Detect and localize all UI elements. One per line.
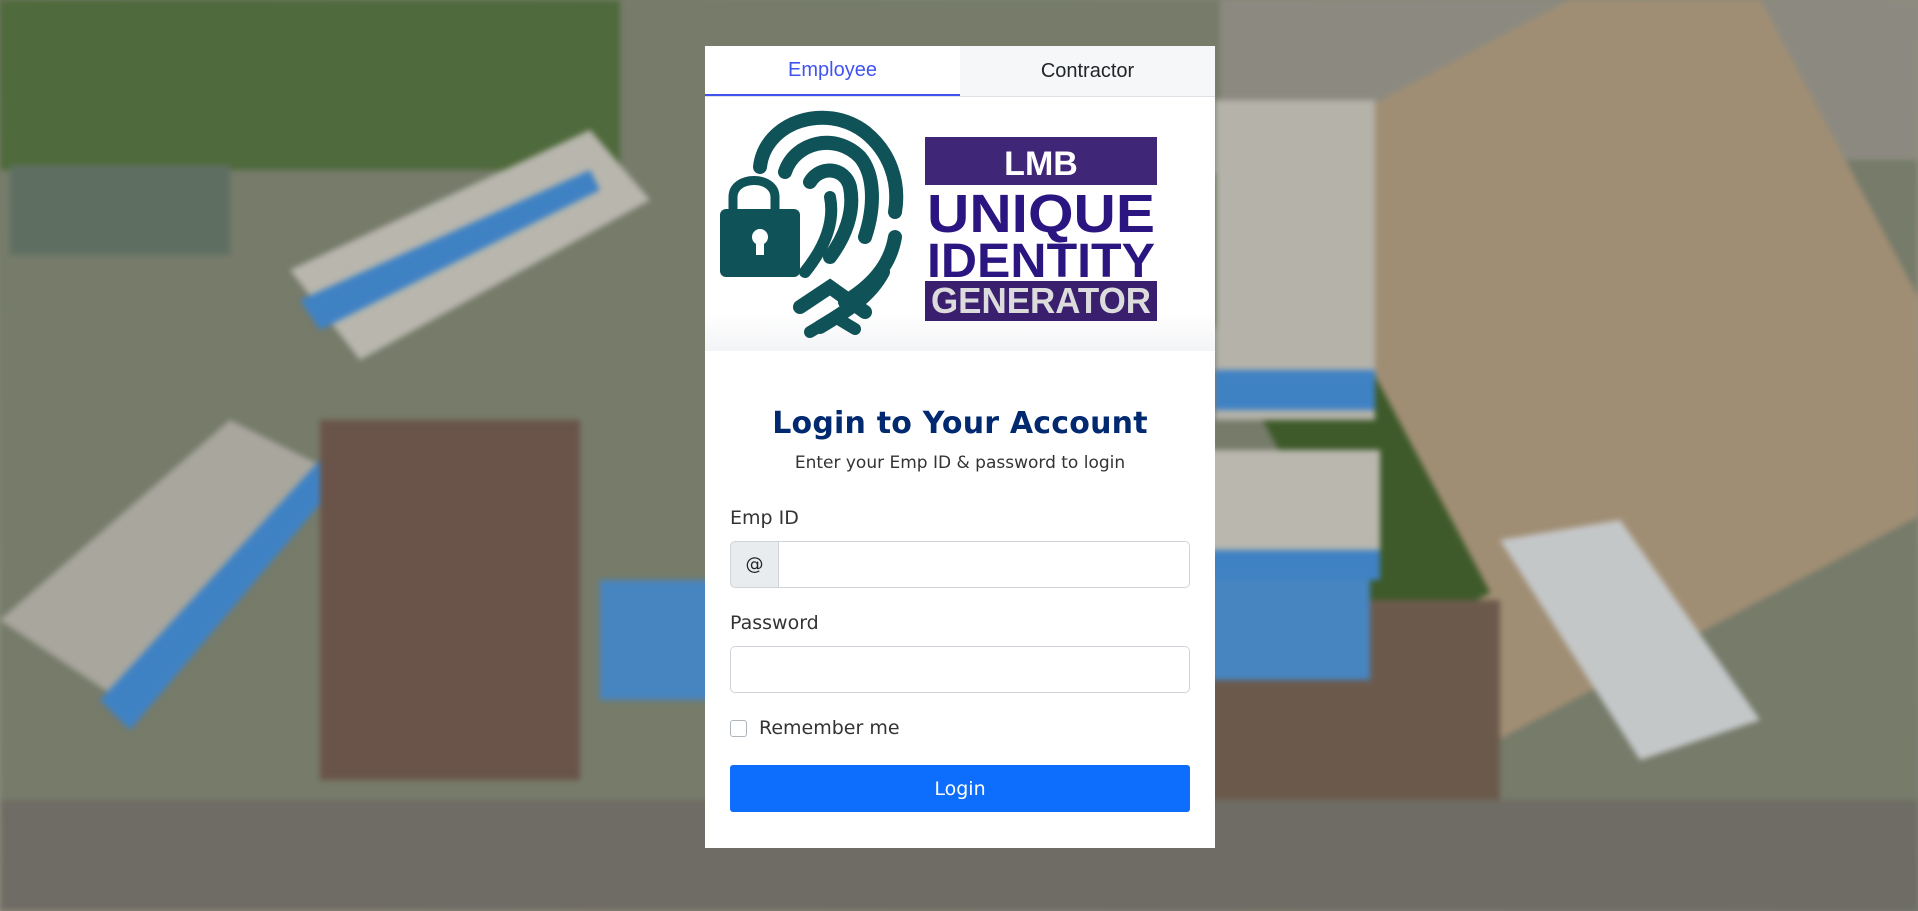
lmb-logo: LMB UNIQUE IDENTITY GENERATOR xyxy=(720,110,1157,338)
logo-text-lmb: LMB xyxy=(1004,145,1078,183)
page-subtitle: Enter your Emp ID & password to login xyxy=(794,453,1126,473)
emp-id-input[interactable] xyxy=(778,541,1190,588)
password-label: Password xyxy=(730,612,819,634)
emp-id-label: Emp ID xyxy=(730,507,799,529)
page-title: Login to Your Account xyxy=(772,406,1148,441)
login-card: Employee Contractor LMB UNIQUE IDENTITY … xyxy=(705,46,1215,848)
login-type-tabs: Employee Contractor xyxy=(705,46,1215,97)
padlock-shape xyxy=(720,176,800,277)
logo-text-generator: GENERATOR xyxy=(931,280,1151,321)
remember-me-label[interactable]: Remember me xyxy=(759,717,900,739)
password-input[interactable] xyxy=(730,646,1190,693)
remember-me-row: Remember me xyxy=(730,717,1190,739)
tab-contractor[interactable]: Contractor xyxy=(960,46,1215,96)
logo-area: LMB UNIQUE IDENTITY GENERATOR xyxy=(705,97,1215,351)
emp-id-group: @ xyxy=(730,541,1190,588)
remember-me-checkbox[interactable] xyxy=(730,719,747,737)
login-form: Login to Your Account Enter your Emp ID … xyxy=(705,406,1215,812)
at-sign-icon: @ xyxy=(730,541,778,588)
tab-employee[interactable]: Employee xyxy=(705,46,960,96)
login-button[interactable]: Login xyxy=(730,765,1190,812)
